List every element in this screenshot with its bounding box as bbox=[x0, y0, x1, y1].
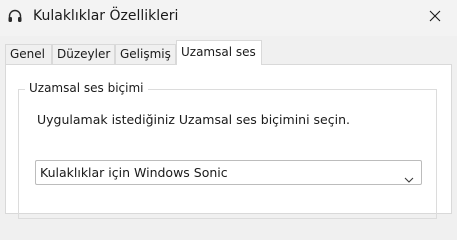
tab-general[interactable]: Genel bbox=[5, 44, 52, 64]
group-label: Uzamsal ses biçimi bbox=[25, 80, 148, 96]
tab-levels[interactable]: Düzeyler bbox=[52, 44, 115, 64]
tab-advanced[interactable]: Gelişmiş bbox=[115, 44, 176, 64]
title-bar: Kulaklıklar Özellikleri bbox=[0, 0, 457, 36]
headphones-icon bbox=[7, 8, 23, 24]
instruction-text: Uygulamak istediğiniz Uzamsal ses biçimi… bbox=[37, 112, 350, 127]
selected-format: Kulaklıklar için Windows Sonic bbox=[40, 165, 228, 180]
chevron-down-icon bbox=[404, 169, 414, 183]
spatial-format-dropdown[interactable]: Kulaklıklar için Windows Sonic bbox=[35, 160, 422, 185]
close-button[interactable] bbox=[421, 4, 449, 28]
window-title: Kulaklıklar Özellikleri bbox=[33, 8, 179, 24]
close-icon bbox=[429, 7, 441, 26]
tab-spatial-sound[interactable]: Uzamsal ses bbox=[176, 40, 262, 65]
properties-window: Kulaklıklar Özellikleri Genel Düzeyler G… bbox=[0, 0, 457, 219]
spatial-format-group bbox=[18, 89, 437, 219]
